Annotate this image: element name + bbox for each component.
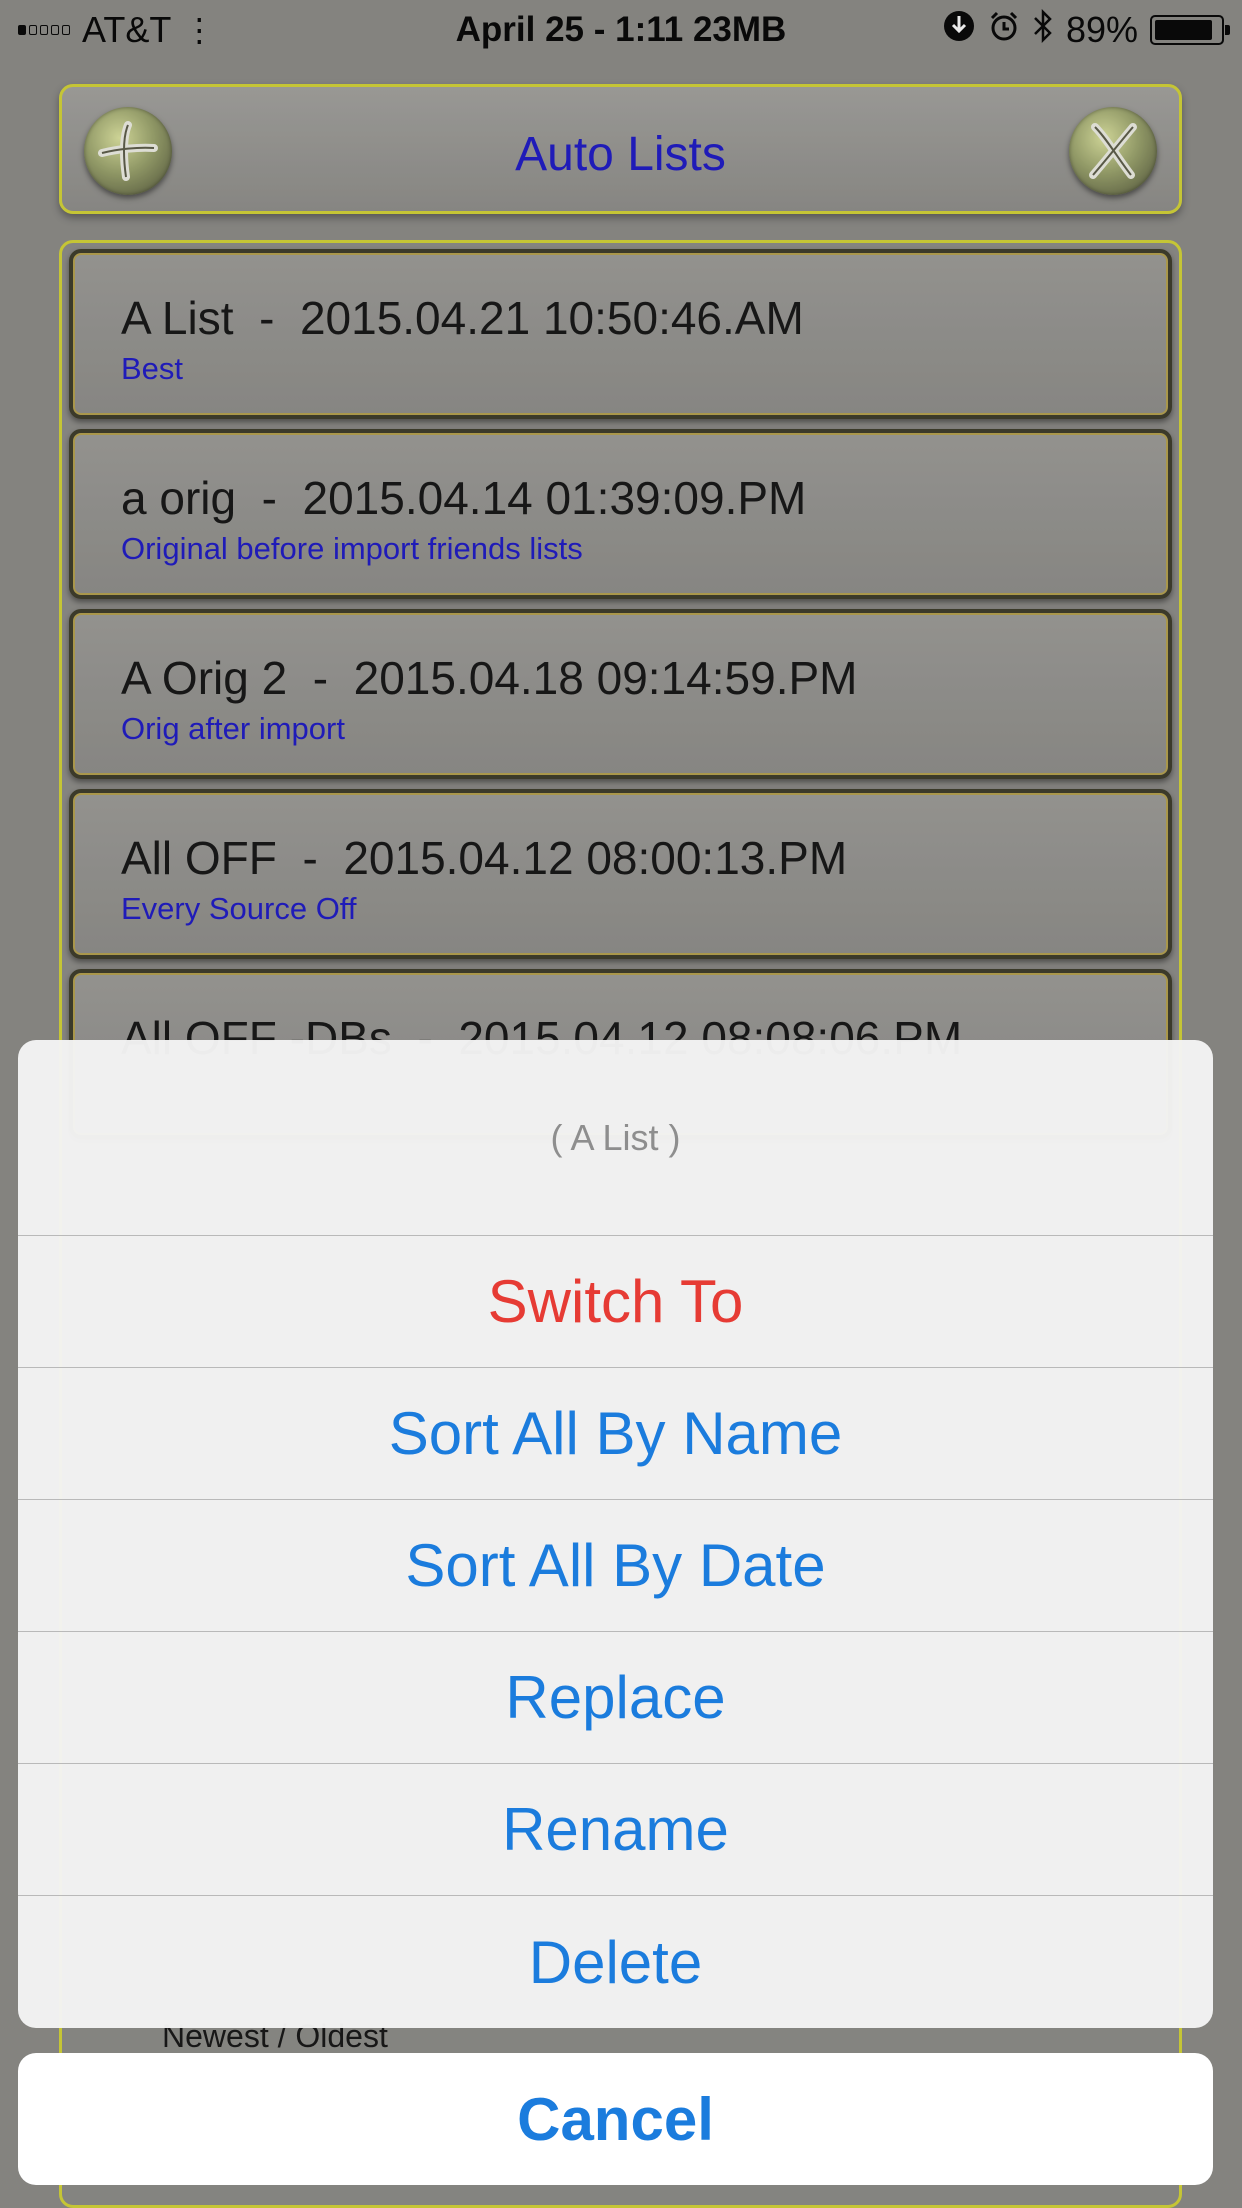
cancel-button[interactable]: Cancel: [18, 2053, 1213, 2185]
action-sheet-title: ( A List ): [18, 1040, 1213, 1236]
switch-to-button[interactable]: Switch To: [18, 1236, 1213, 1368]
replace-button[interactable]: Replace: [18, 1632, 1213, 1764]
delete-button[interactable]: Delete: [18, 1896, 1213, 2028]
sort-by-date-button[interactable]: Sort All By Date: [18, 1500, 1213, 1632]
action-sheet: ( A List ) Switch To Sort All By Name So…: [18, 1040, 1213, 2028]
rename-button[interactable]: Rename: [18, 1764, 1213, 1896]
sort-by-name-button[interactable]: Sort All By Name: [18, 1368, 1213, 1500]
